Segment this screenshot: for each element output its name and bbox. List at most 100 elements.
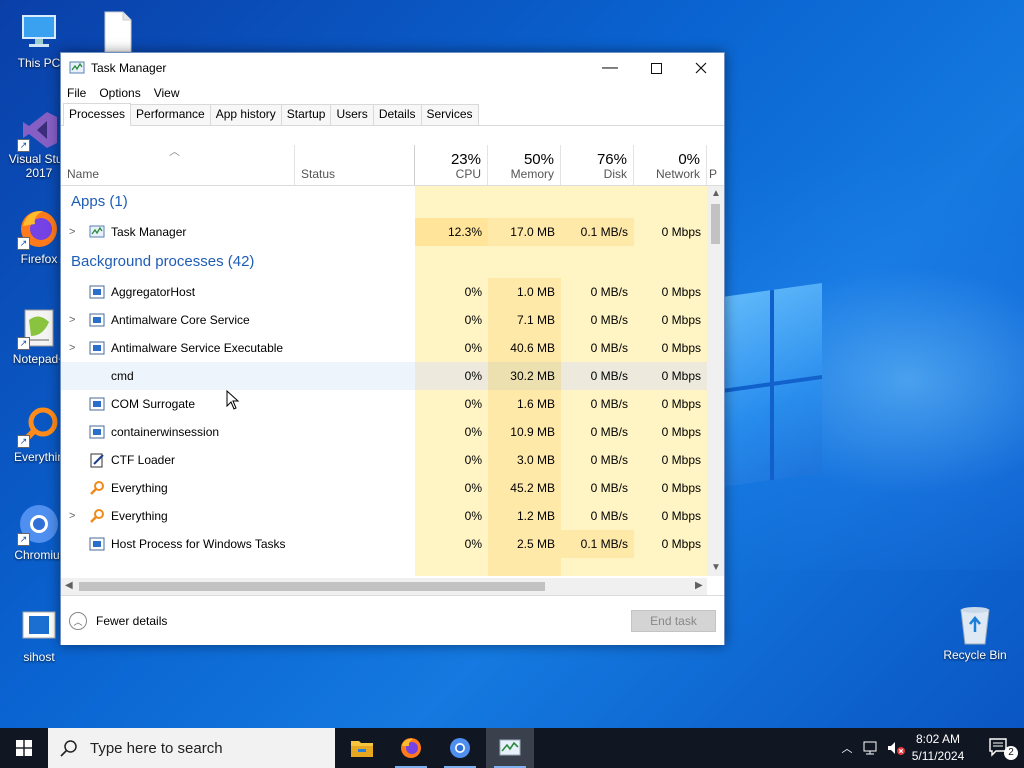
memory-value: 1.2 MB [488,502,561,530]
notification-count-badge: 2 [1004,746,1018,760]
table-row[interactable]: Everything 0% 45.2 MB 0 MB/s 0 Mbps [61,474,707,502]
network-value: 0 Mbps [634,446,707,474]
scroll-up-icon[interactable]: ▲ [711,188,721,199]
wallpaper-windows-logo [722,282,822,488]
menu-options[interactable]: Options [99,86,140,100]
group-fill [561,186,634,218]
close-button[interactable] [678,53,724,83]
disk-value: 0 MB/s [561,306,634,334]
table-row[interactable]: > Task Manager 12.3% 17.0 MB 0.1 MB/s 0 … [61,218,707,246]
process-name: cmd [61,362,415,390]
network-value: 0 Mbps [634,390,707,418]
menu-file[interactable]: File [67,86,86,100]
show-hidden-icons-chevron-icon[interactable]: ︿ [838,740,856,756]
disk-value: 0 MB/s [561,362,634,390]
process-name: CTF Loader [111,453,176,467]
horizontal-scroll-thumb[interactable] [79,582,545,591]
tab-strip: Processes Performance App history Startu… [61,103,724,126]
taskbar-clock[interactable]: 8:02 AM 5/11/2024 [900,731,976,765]
table-row[interactable]: > Antimalware Core Service 0% 7.1 MB 0 M… [61,306,707,334]
computer-icon [17,10,61,54]
table-row[interactable]: COM Surrogate 0% 1.6 MB 0 MB/s 0 Mbps [61,390,707,418]
network-total-percent: 0% [678,151,700,168]
end-task-button[interactable]: End task [631,610,716,632]
group-fill [488,186,561,218]
memory-value: 7.1 MB [488,306,561,334]
title-bar[interactable]: Task Manager — [61,53,724,83]
table-row[interactable]: containerwinsession 0% 10.9 MB 0 MB/s 0 … [61,418,707,446]
tab-processes[interactable]: Processes [63,103,132,126]
cpu-value: 0% [415,446,488,474]
table-row[interactable]: AggregatorHost 0% 1.0 MB 0 MB/s 0 Mbps [61,278,707,306]
column-header-cpu[interactable]: 23% CPU [415,145,488,185]
network-icon[interactable] [862,740,880,756]
table-row-partial[interactable] [61,558,707,576]
vertical-scrollbar[interactable]: ▲ ▼ [707,186,724,576]
tab-app-history[interactable]: App history [209,104,282,125]
scroll-left-icon[interactable]: ◀ [65,580,73,591]
taskbar-firefox[interactable] [387,728,435,768]
tab-details[interactable]: Details [372,104,422,125]
taskbar-task-manager[interactable] [486,728,534,768]
shortcut-arrow-icon: ↗ [17,435,30,448]
table-row[interactable]: > Antimalware Service Executable 0% 40.6… [61,334,707,362]
window-title: Task Manager [91,61,167,75]
start-button[interactable] [0,728,48,768]
vertical-scroll-thumb[interactable] [711,204,720,244]
visual-studio-icon: ↗ [17,108,61,152]
desktop-icon-recycle-bin[interactable]: Recycle Bin [942,602,1008,662]
table-row[interactable]: CTF Loader 0% 3.0 MB 0 MB/s 0 Mbps [61,446,707,474]
disk-value: 0 MB/s [561,418,634,446]
column-header-memory[interactable]: 50% Memory [488,145,561,185]
desktop-icon-label: Recycle Bin [943,648,1007,662]
column-label: CPU [455,167,481,181]
menu-view[interactable]: View [154,86,180,100]
column-header-network[interactable]: 0% Network [634,145,707,185]
process-name: Everything [111,509,168,523]
column-header-power[interactable]: P [707,145,724,185]
taskbar-file-explorer[interactable] [338,728,386,768]
column-headers: ︿ Name Status 23% CPU 50% Memory 76% Dis… [61,145,724,186]
clock-date: 5/11/2024 [911,749,965,763]
tab-startup[interactable]: Startup [280,104,332,125]
disk-value: 0 MB/s [561,278,634,306]
notepad-plus-plus-icon: ↗ [17,306,61,350]
group-header-background: Background processes (42) [61,246,707,278]
minimize-button[interactable]: — [587,53,633,83]
tab-services[interactable]: Services [420,104,479,125]
column-header-disk[interactable]: 76% Disk [561,145,634,185]
table-row[interactable]: cmd 0% 30.2 MB 0 MB/s 0 Mbps [61,362,707,390]
desktop-icon-file[interactable] [84,10,150,56]
table-row[interactable]: > Everything 0% 1.2 MB 0 MB/s 0 Mbps [61,502,707,530]
taskbar-search-box[interactable] [48,728,335,768]
menu-bar: File Options View [61,83,724,103]
disk-value: 0.1 MB/s [561,530,634,558]
fewer-details-button[interactable]: ︿ Fewer details [69,612,167,630]
maximize-button[interactable] [633,53,679,83]
tab-performance[interactable]: Performance [130,104,211,125]
search-icon [60,740,77,757]
memory-value: 40.6 MB [488,334,561,362]
shortcut-arrow-icon: ↗ [17,139,30,152]
column-header-name[interactable]: ︿ Name [61,145,295,185]
search-input[interactable] [88,738,312,758]
group-title: Apps (1) [71,193,128,210]
scroll-right-icon[interactable]: ▶ [695,580,703,591]
close-icon [695,62,707,74]
row-fill [561,558,634,576]
task-manager-window[interactable]: Task Manager — File Options View Process… [60,52,725,645]
column-header-status[interactable]: Status [295,145,415,185]
cpu-value: 0% [415,306,488,334]
process-name: Task Manager [111,225,187,239]
horizontal-scrollbar[interactable]: ◀ ▶ [61,578,707,595]
disk-total-percent: 76% [596,151,627,168]
table-row[interactable]: Host Process for Windows Tasks 0% 2.5 MB… [61,530,707,558]
taskbar-chromium[interactable] [436,728,484,768]
firefox-icon [401,738,421,758]
action-center-button[interactable]: 2 [980,728,1020,768]
group-header-apps: Apps (1) [61,186,707,218]
tab-users[interactable]: Users [330,104,374,125]
disk-value: 0 MB/s [561,446,634,474]
scroll-down-icon[interactable]: ▼ [711,562,721,573]
column-label: Memory [510,167,554,181]
